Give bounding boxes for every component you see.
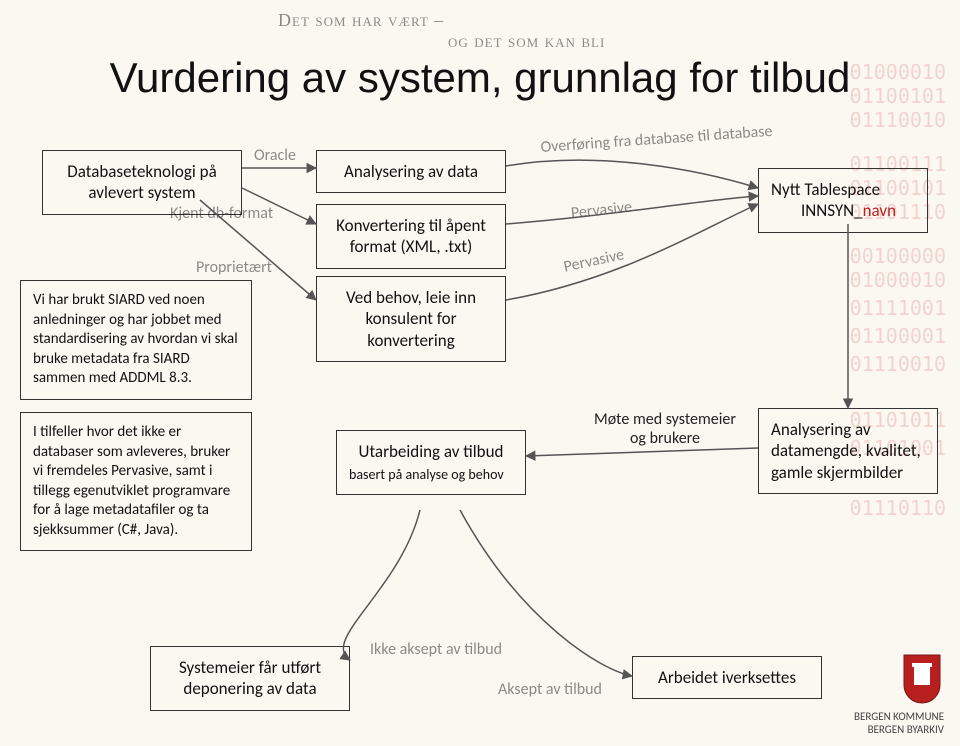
edge-label-oracle: Oracle xyxy=(254,146,296,165)
watermark-line1: Det som har vært – xyxy=(278,10,605,31)
binary-line: 01110010 xyxy=(850,352,946,376)
binary-line: 01000010 xyxy=(850,268,946,292)
node-iverksettes: Arbeidet iverksettes xyxy=(632,656,822,699)
crest-icon xyxy=(900,653,944,705)
node-analyse-data: Analysering av data xyxy=(316,150,506,193)
binary-line: 01111001 xyxy=(850,296,946,320)
edge-label-overforing-1: Overføring fra database til database xyxy=(540,122,773,157)
page-title: Vurdering av system, grunnlag for tilbud xyxy=(0,54,960,102)
node-convert-xml: Konvertering til åpent format (XML, .txt… xyxy=(316,204,506,269)
node-tablespace: Nytt Tablespace INNSYN_navn xyxy=(758,168,928,233)
edge-label-pervasive-2: Pervasive xyxy=(562,245,626,276)
logo-line1: BERGEN KOMMUNE xyxy=(854,710,944,723)
logo-line2: BERGEN BYARKIV xyxy=(854,723,944,736)
tablespace-name-suffix: navn xyxy=(863,200,896,221)
node-deponering: Systemeier får utført deponering av data xyxy=(150,646,350,711)
node-lease-consultant: Ved behov, leie inn konsulent for konver… xyxy=(316,276,506,362)
watermark-line2: og det som kan bli xyxy=(448,31,605,52)
municipality-logo: BERGEN KOMMUNE BERGEN BYARKIV xyxy=(854,653,944,736)
tablespace-label: Nytt Tablespace xyxy=(771,179,880,200)
node-tilbud: Utarbeiding av tilbud basert på analyse … xyxy=(336,430,526,495)
node-tilbud-label: Utarbeiding av tilbud xyxy=(349,441,513,462)
aside-pervasive: I tilfeller hvor det ikke er databaser s… xyxy=(20,412,252,551)
edge-label-proprietaert: Proprietært xyxy=(196,258,272,277)
watermark-header: Det som har vært – og det som kan bli xyxy=(278,10,605,52)
edge-label-kjent: Kjent db-format xyxy=(170,204,273,223)
edge-label-ikke-aksept: Ikke aksept av tilbud xyxy=(370,640,502,659)
aside-siard: Vi har brukt SIARD ved noen anledninger … xyxy=(20,280,252,400)
node-tilbud-sub: basert på analyse og behov xyxy=(349,466,513,484)
edge-label-mote: Møte med systemeier og brukere xyxy=(590,410,740,448)
tablespace-name-prefix: INNSYN_ xyxy=(801,200,863,221)
binary-line: 01100001 xyxy=(850,324,946,348)
binary-line: 01110010 xyxy=(850,108,946,132)
edge-label-pervasive-1: Pervasive xyxy=(570,198,633,223)
edge-label-aksept: Aksept av tilbud xyxy=(498,680,602,699)
node-analyse-volume: Analysering av datamengde, kvalitet, gam… xyxy=(758,408,938,494)
binary-line: 00100000 xyxy=(850,244,946,268)
binary-line: 01110110 xyxy=(850,496,946,520)
